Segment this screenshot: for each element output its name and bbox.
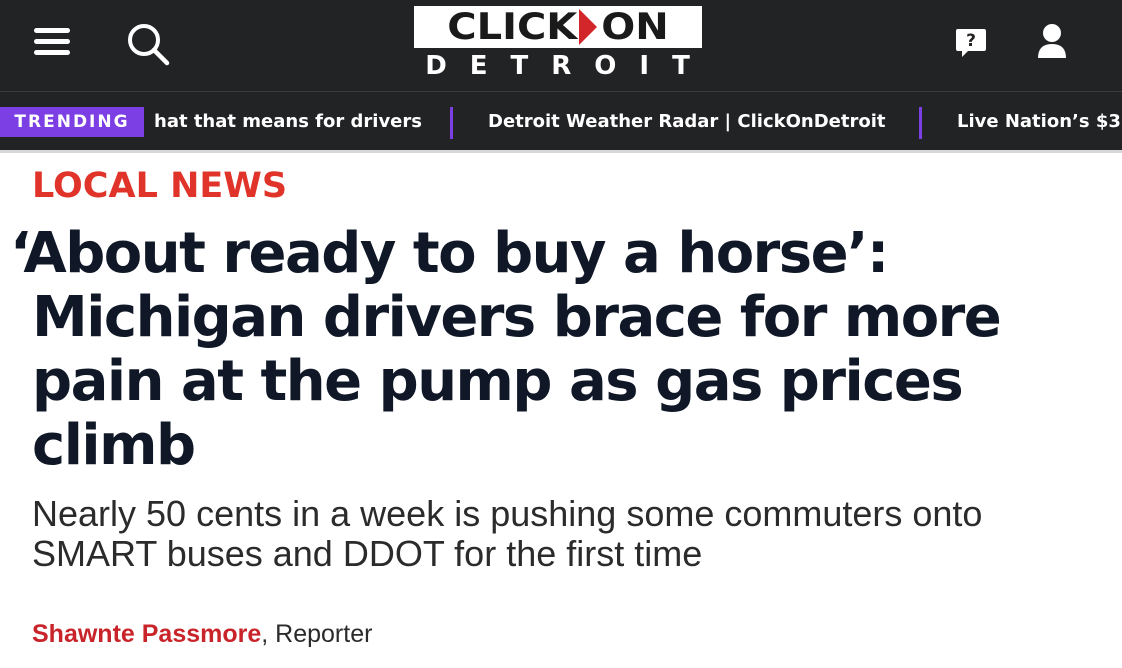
trending-separator <box>450 107 453 139</box>
svg-text:?: ? <box>966 31 976 51</box>
trending-item[interactable]: hat that means for drivers <box>154 111 422 132</box>
site-header: CLICK ON DETROIT ? <box>0 0 1122 91</box>
trending-item[interactable]: Detroit Weather Radar | ClickOnDetroit <box>488 111 885 132</box>
trending-separator <box>919 107 922 139</box>
logo-word-detroit: DETROIT <box>425 51 713 81</box>
user-icon[interactable] <box>1034 22 1070 60</box>
author-link[interactable]: Shawnte Passmore <box>32 620 261 648</box>
logo-top: CLICK ON <box>414 6 702 48</box>
headline-line: ‘About ready to buy a horse’: <box>10 221 889 286</box>
trending-badge: TRENDING <box>0 107 144 137</box>
subhead-line: SMART buses and DDOT for the first time <box>32 533 703 574</box>
headline-line: pain at the pump as gas prices <box>32 349 964 414</box>
article-headline: ‘About ready to buy a horse’: Michigan d… <box>10 222 1072 478</box>
article-subhead: Nearly 50 cents in a week is pushing som… <box>32 494 1092 574</box>
trending-bar: TRENDING hat that means for drivers Detr… <box>0 91 1122 153</box>
byline: Shawnte Passmore, Reporter <box>32 620 372 649</box>
trending-item[interactable]: Live Nation’s $3 <box>957 111 1121 132</box>
menu-icon[interactable] <box>34 24 72 60</box>
headline-line: climb <box>32 413 196 478</box>
subhead-line: Nearly 50 cents in a week is pushing som… <box>32 493 983 534</box>
author-role: , Reporter <box>261 620 373 648</box>
trending-items: hat that means for drivers Detroit Weath… <box>144 92 1122 150</box>
logo-arrow-icon <box>579 9 598 45</box>
headline-line: Michigan drivers brace for more <box>32 285 1002 350</box>
section-label[interactable]: LOCAL NEWS <box>32 166 287 206</box>
search-icon[interactable] <box>124 20 172 68</box>
help-icon[interactable]: ? <box>954 26 988 60</box>
site-logo[interactable]: CLICK ON DETROIT <box>412 4 704 82</box>
logo-word-on: ON <box>601 5 669 49</box>
logo-word-click: CLICK <box>447 5 578 49</box>
